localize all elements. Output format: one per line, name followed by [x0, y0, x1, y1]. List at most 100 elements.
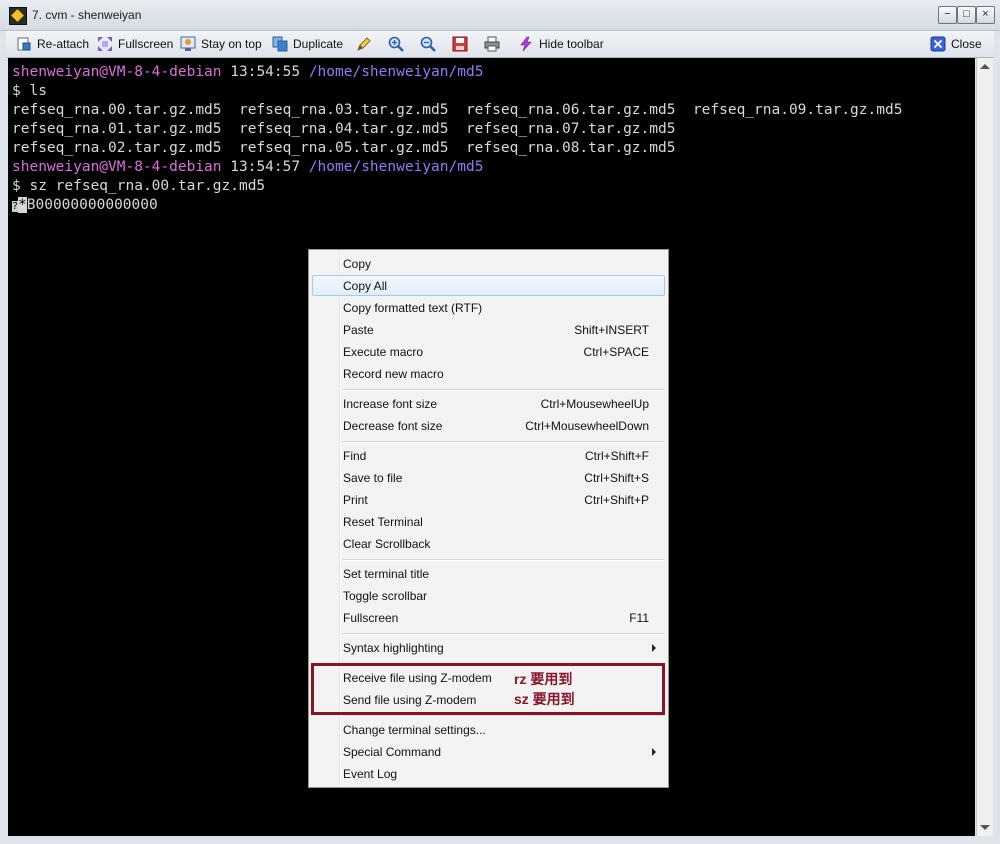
- reattach-icon: [16, 36, 32, 52]
- close-label: Close: [951, 37, 982, 51]
- close-window-button[interactable]: ×: [976, 6, 995, 24]
- menu-item-save-to-file[interactable]: Save to file Ctrl+Shift+S: [312, 467, 665, 488]
- menu-item-execute-macro[interactable]: Execute macro Ctrl+SPACE: [312, 341, 665, 362]
- fullscreen-label: Fullscreen: [118, 37, 174, 51]
- zoom-in-button[interactable]: [388, 35, 404, 53]
- menu-item-copy-all[interactable]: Copy All: [312, 275, 665, 296]
- menu-item-label: Increase font size: [343, 397, 438, 411]
- save-button[interactable]: [452, 35, 468, 53]
- menu-item-label: Copy: [343, 257, 372, 271]
- prompt-user: shenweiyan@VM-8-4-debian: [12, 159, 222, 175]
- menu-item-paste[interactable]: Paste Shift+INSERT: [312, 319, 665, 340]
- command-line: $ sz refseq_rna.00.tar.gz.md5: [12, 178, 266, 194]
- menu-item-syntax-highlighting[interactable]: Syntax highlighting: [312, 637, 665, 658]
- menu-item-print[interactable]: Print Ctrl+Shift+P: [312, 489, 665, 510]
- scroll-down-icon[interactable]: [980, 825, 990, 830]
- menu-item-event-log[interactable]: Event Log: [312, 763, 665, 784]
- menu-item-label: Copy formatted text (RTF): [343, 301, 483, 315]
- menu-item-label: Change terminal settings...: [343, 723, 486, 737]
- menu-item-reset-terminal[interactable]: Reset Terminal: [312, 511, 665, 532]
- prompt-path: /home/shenweiyan/md5: [308, 64, 484, 80]
- menu-item-label: Decrease font size: [343, 419, 443, 433]
- annotation-rz: rz 要用到: [514, 671, 573, 687]
- menu-item-label: Find: [343, 449, 367, 463]
- stay-on-top-icon: [180, 36, 196, 52]
- stay-on-top-button[interactable]: Stay on top: [180, 35, 262, 53]
- menu-item-shortcut: Ctrl+SPACE: [583, 345, 649, 359]
- prompt-line: shenweiyan@VM-8-4-debian 13:54:55 /home/…: [12, 63, 483, 82]
- menu-item-record-macro[interactable]: Record new macro: [312, 363, 665, 384]
- menu-item-toggle-scrollbar[interactable]: Toggle scrollbar: [312, 585, 665, 606]
- duplicate-icon: [272, 36, 288, 52]
- scroll-up-icon[interactable]: [980, 64, 990, 69]
- menu-item-label: Execute macro: [343, 345, 424, 359]
- menu-item-label: Save to file: [343, 471, 403, 485]
- menu-separator: [342, 715, 664, 717]
- hide-toolbar-button[interactable]: Hide toolbar: [518, 35, 604, 53]
- pencil-icon: [356, 36, 372, 52]
- app-window: 7. cvm - shenweiyan − □ × Re-attach Full…: [0, 0, 1000, 844]
- zoom-out-icon: [420, 36, 436, 52]
- maximize-button[interactable]: □: [957, 6, 976, 24]
- print-button[interactable]: [484, 35, 500, 53]
- menu-item-label: Paste: [343, 323, 374, 337]
- menu-item-special-command[interactable]: Special Command: [312, 741, 665, 762]
- prompt-user: shenweiyan@VM-8-4-debian: [12, 64, 222, 80]
- submenu-arrow-icon: [652, 748, 656, 756]
- minimize-button[interactable]: −: [938, 6, 957, 24]
- zmodem-output: B00000000000000: [26, 197, 158, 213]
- menu-item-label: Record new macro: [343, 367, 444, 381]
- menu-item-shortcut: Ctrl+Shift+S: [584, 471, 649, 485]
- reattach-button[interactable]: Re-attach: [16, 35, 89, 53]
- menu-item-set-title[interactable]: Set terminal title: [312, 563, 665, 584]
- menu-item-change-settings[interactable]: Change terminal settings...: [312, 719, 665, 740]
- menu-item-label: Clear Scrollback: [343, 537, 431, 551]
- menu-separator: [342, 559, 664, 561]
- reattach-label: Re-attach: [37, 37, 90, 51]
- menu-item-fullscreen[interactable]: Fullscreen F11: [312, 607, 665, 628]
- menu-item-shortcut: Ctrl+Shift+F: [584, 449, 649, 463]
- menu-item-label: Reset Terminal: [343, 515, 423, 529]
- prompt-path: /home/shenweiyan/md5: [308, 159, 484, 175]
- menu-item-shortcut: Ctrl+MousewheelUp: [540, 397, 649, 411]
- submenu-arrow-icon: [652, 644, 656, 652]
- output-line: ?*B00000000000000: [12, 196, 158, 215]
- printer-icon: [484, 36, 500, 52]
- close-icon: [930, 36, 946, 52]
- command-line: $ ls: [12, 83, 47, 99]
- menu-item-shortcut: F11: [629, 611, 649, 625]
- fullscreen-button[interactable]: Fullscreen: [97, 35, 173, 53]
- menu-item-label: Syntax highlighting: [343, 641, 444, 655]
- lightning-icon: [518, 36, 534, 52]
- menu-item-label: Event Log: [343, 767, 398, 781]
- app-icon: [9, 7, 27, 25]
- menu-item-decrease-font[interactable]: Decrease font size Ctrl+MousewheelDown: [312, 415, 665, 436]
- menu-item-shortcut: Ctrl+MousewheelDown: [525, 419, 649, 433]
- prompt-time: 13:54:55: [230, 64, 301, 80]
- menu-item-copy[interactable]: Copy: [312, 253, 665, 274]
- annotation-highlight-box: [311, 663, 665, 715]
- menu-item-label: Fullscreen: [343, 611, 399, 625]
- menu-item-clear-scrollback[interactable]: Clear Scrollback: [312, 533, 665, 554]
- menu-item-find[interactable]: Find Ctrl+Shift+F: [312, 445, 665, 466]
- prompt-line: shenweiyan@VM-8-4-debian 13:54:57 /home/…: [12, 158, 483, 177]
- edit-button[interactable]: [356, 35, 372, 53]
- prompt-time: 13:54:57: [230, 159, 301, 175]
- close-toolbar-button[interactable]: Close: [930, 35, 982, 53]
- menu-item-label: Special Command: [343, 745, 442, 759]
- output-line: refseq_rna.00.tar.gz.md5 refseq_rna.03.t…: [12, 102, 903, 118]
- terminal-cursor: *: [18, 197, 27, 213]
- toolbar: Re-attach Fullscreen Stay on top Duplica…: [6, 31, 994, 58]
- output-line: refseq_rna.02.tar.gz.md5 refseq_rna.05.t…: [12, 140, 676, 156]
- menu-item-label: Set terminal title: [343, 567, 430, 581]
- menu-item-increase-font[interactable]: Increase font size Ctrl+MousewheelUp: [312, 393, 665, 414]
- title-bar[interactable]: 7. cvm - shenweiyan − □ ×: [0, 0, 1000, 31]
- window-title: 7. cvm - shenweiyan: [32, 8, 142, 22]
- save-icon: [452, 36, 468, 52]
- duplicate-button[interactable]: Duplicate: [272, 35, 343, 53]
- terminal-scrollbar[interactable]: [976, 58, 993, 836]
- menu-item-label: Copy All: [343, 279, 388, 293]
- menu-item-copy-rtf[interactable]: Copy formatted text (RTF): [312, 297, 665, 318]
- menu-item-label: Print: [343, 493, 368, 507]
- zoom-out-button[interactable]: [420, 35, 436, 53]
